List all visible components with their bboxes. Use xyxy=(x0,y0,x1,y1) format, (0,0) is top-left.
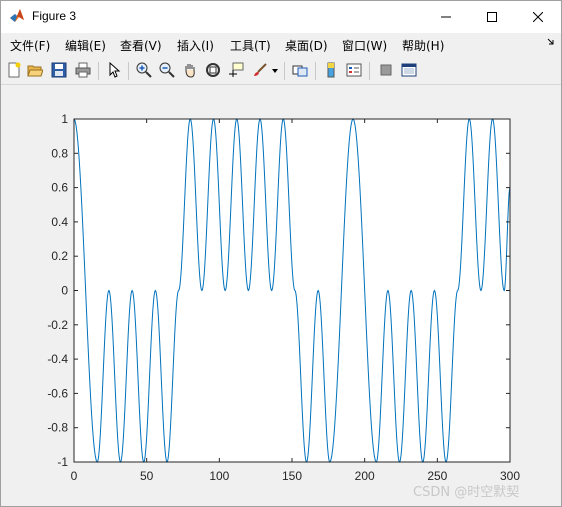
pan-button[interactable] xyxy=(180,60,200,80)
y-tick-label: -0.6 xyxy=(47,386,68,400)
menu-insert[interactable]: 插入(I) xyxy=(177,37,214,54)
menu-edit[interactable]: 编辑(E) xyxy=(65,37,106,54)
data-cursor-button[interactable] xyxy=(226,60,246,80)
legend-icon xyxy=(346,63,362,77)
matlab-logo-icon xyxy=(10,9,24,22)
zoom-in-button[interactable] xyxy=(134,60,154,80)
zoom-out-button[interactable] xyxy=(157,60,177,80)
print-icon xyxy=(75,62,91,78)
menu-window[interactable]: 窗口(W) xyxy=(342,37,387,54)
y-tick-label: -0.8 xyxy=(47,421,68,435)
hide-plot-tools-button[interactable] xyxy=(376,60,396,80)
y-tick-label: 0.6 xyxy=(51,181,68,195)
y-tick-label: 0.2 xyxy=(51,249,68,263)
y-tick-label: 1 xyxy=(61,112,68,126)
data-cursor-icon xyxy=(229,62,244,77)
zoom-in-icon xyxy=(136,62,152,78)
minimize-button[interactable] xyxy=(423,1,469,33)
toolbar-separator xyxy=(284,62,285,80)
close-button[interactable] xyxy=(515,1,561,33)
figure-canvas[interactable]: 0 50 100 150 200 250 300 -1 -0.8 -0.6 -0.4 -0.2 0 0.2… xyxy=(1,86,561,506)
hide-plot-tools-icon xyxy=(380,64,392,76)
new-figure-icon xyxy=(8,62,21,78)
brush-button[interactable] xyxy=(250,60,270,80)
watermark-text: CSDN @时空默契 xyxy=(413,485,520,500)
figure-window: Figure 3 文件(F) 编辑(E) 查看(V) 插入(I) 工具(T) 桌… xyxy=(0,0,562,507)
x-tick-label: 200 xyxy=(355,469,375,483)
window-title: Figure 3 xyxy=(32,9,77,23)
plot-svg[interactable]: 0 50 100 150 200 250 300-1-0.8-0.6-0.4-0.200.2… xyxy=(1,86,561,506)
menu-tools[interactable]: 工具(T) xyxy=(230,37,271,54)
pan-icon xyxy=(185,64,195,78)
y-tick-label: 0 xyxy=(61,284,68,298)
menu-view[interactable]: 查看(V) xyxy=(120,37,162,54)
pointer-icon xyxy=(109,62,121,78)
colorbar-button[interactable] xyxy=(321,60,341,80)
menu-file[interactable]: 文件(F) xyxy=(10,37,50,54)
menu-bar: 文件(F) 编辑(E) 查看(V) 插入(I) 工具(T) 桌面(D) 窗口(W… xyxy=(1,33,561,55)
legend-button[interactable] xyxy=(344,60,364,80)
rotate-3d-icon xyxy=(206,63,220,77)
y-tick-label: -1 xyxy=(57,455,68,469)
open-button[interactable] xyxy=(25,60,45,80)
menu-desktop[interactable]: 桌面(D) xyxy=(285,37,328,54)
link-button[interactable] xyxy=(290,60,310,80)
x-tick-label: 50 xyxy=(140,469,154,483)
zoom-out-icon xyxy=(159,62,175,78)
pointer-button[interactable] xyxy=(104,60,124,80)
x-tick-label: 150 xyxy=(282,469,302,483)
toolbar-separator xyxy=(128,62,129,80)
brush-dropdown-icon[interactable] xyxy=(272,69,278,73)
new-figure-button[interactable] xyxy=(4,60,24,80)
show-plot-tools-icon xyxy=(401,63,417,77)
x-tick-label: 0 xyxy=(71,469,78,483)
x-tick-label: 100 xyxy=(209,469,229,483)
y-tick-label: 0.4 xyxy=(51,215,68,229)
close-icon xyxy=(533,12,543,22)
minimize-icon xyxy=(441,16,451,18)
toolbar-separator xyxy=(369,62,370,80)
y-tick-label: -0.2 xyxy=(47,318,68,332)
toolbar-separator xyxy=(315,62,316,80)
toolbar-separator xyxy=(98,62,99,80)
save-button[interactable] xyxy=(49,60,69,80)
show-plot-tools-button[interactable] xyxy=(399,60,419,80)
title-bar[interactable]: Figure 3 xyxy=(1,1,561,33)
brush-icon xyxy=(254,63,267,76)
save-icon xyxy=(51,62,67,78)
rotate-3d-button[interactable] xyxy=(203,60,223,80)
open-icon xyxy=(27,65,43,77)
figure-toolbar xyxy=(1,57,561,85)
y-tick-label: -0.4 xyxy=(47,352,68,366)
maximize-button[interactable] xyxy=(469,1,515,33)
print-button[interactable] xyxy=(73,60,93,80)
y-tick-label: 0.8 xyxy=(51,146,68,160)
link-icon xyxy=(292,65,308,77)
colorbar-icon xyxy=(327,62,335,78)
menu-help[interactable]: 帮助(H) xyxy=(402,37,444,54)
dock-arrow-icon[interactable] xyxy=(547,38,555,46)
maximize-icon xyxy=(487,12,497,22)
